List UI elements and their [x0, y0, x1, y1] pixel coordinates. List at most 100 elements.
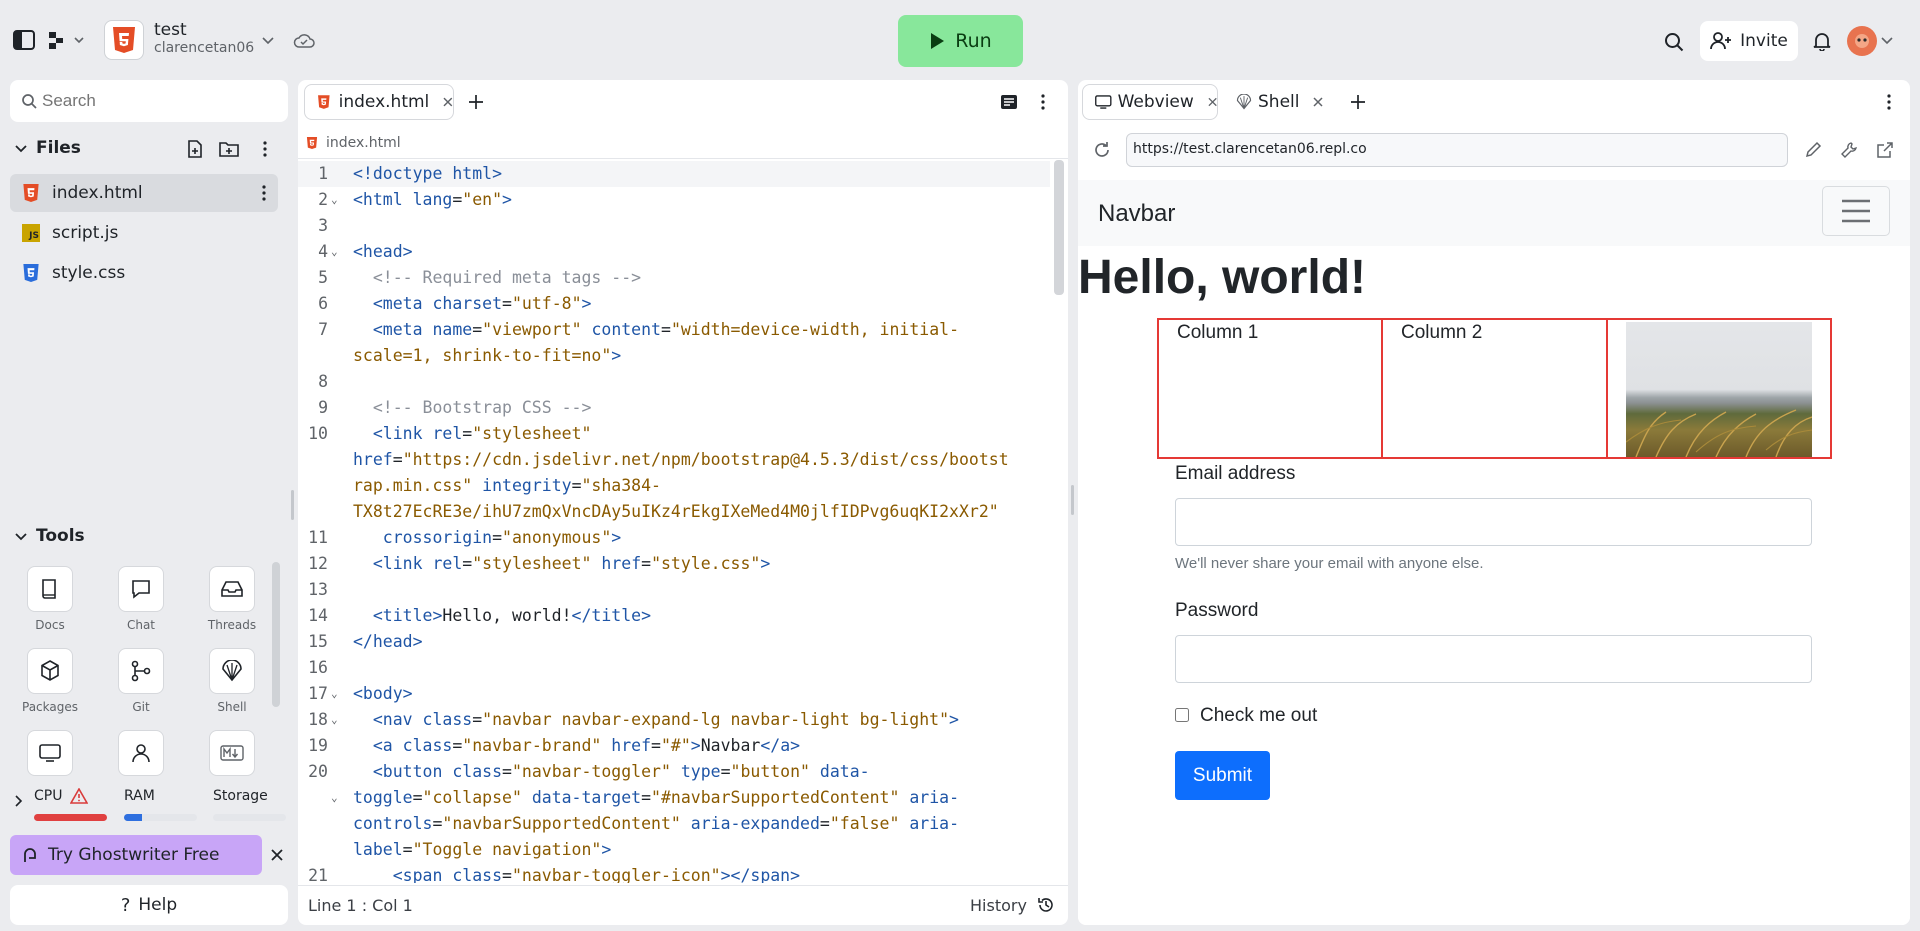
pencil-icon[interactable]: [1802, 139, 1824, 161]
code-line[interactable]: 17 ⌄ <body>: [298, 681, 1050, 707]
fold-chevron-icon[interactable]: ⌄: [331, 707, 338, 733]
code-line[interactable]: 21 <span class="navbar-toggler-icon"></s…: [298, 863, 1050, 883]
tool-user[interactable]: [96, 730, 186, 776]
code-line[interactable]: label="Toggle navigation">: [298, 837, 1050, 863]
file-item-index-html[interactable]: index.html: [10, 174, 278, 212]
history-label[interactable]: History: [970, 896, 1027, 915]
code-line[interactable]: 20 <button class="navbar-toggler" type="…: [298, 759, 1050, 785]
code-line[interactable]: 14 <title>Hello, world!</title>: [298, 603, 1050, 629]
code-line[interactable]: 2 ⌄ <html lang="en">: [298, 187, 1050, 213]
code-line[interactable]: 19 <a class="navbar-brand" href="#">Navb…: [298, 733, 1050, 759]
tool-docs[interactable]: Docs: [5, 566, 95, 632]
editor-more-icon[interactable]: [1036, 92, 1050, 112]
workspace-menu-icon[interactable]: [46, 28, 88, 52]
bell-icon[interactable]: [1810, 29, 1834, 53]
breadcrumb[interactable]: index.html: [306, 130, 401, 156]
code-line[interactable]: 6 <meta charset="utf-8">: [298, 291, 1050, 317]
project-name[interactable]: test: [154, 20, 187, 40]
code-line[interactable]: 18 ⌄ <nav class="navbar navbar-expand-lg …: [298, 707, 1050, 733]
tools-scrollbar[interactable]: [272, 562, 280, 707]
add-tab-icon[interactable]: [1348, 92, 1368, 112]
cloud-sync-icon[interactable]: [292, 30, 316, 52]
run-button[interactable]: Run: [898, 15, 1023, 67]
webview-more-icon[interactable]: [1882, 92, 1896, 112]
tool-packages[interactable]: Packages: [5, 648, 95, 714]
cursor-position[interactable]: Line 1 : Col 1: [308, 896, 413, 915]
code-line[interactable]: rap.min.css" integrity="sha384-: [298, 473, 1050, 499]
wrench-icon[interactable]: [1838, 139, 1860, 161]
new-folder-icon[interactable]: [218, 138, 240, 160]
fold-chevron-icon[interactable]: ⌄: [331, 187, 338, 213]
code-area[interactable]: 1 <!doctype html> 2 ⌄ <html lang="en"> 3 4 ⌄ <he…: [298, 161, 1050, 883]
tool-markdown[interactable]: [187, 730, 277, 776]
new-file-icon[interactable]: [184, 138, 206, 160]
search-icon[interactable]: [1662, 30, 1686, 54]
code-line[interactable]: 5 <!-- Required meta tags -->: [298, 265, 1050, 291]
navbar-toggler-button[interactable]: [1822, 186, 1890, 236]
help-button[interactable]: ? Help: [10, 885, 288, 925]
code-text: <head>: [353, 242, 413, 261]
code-line[interactable]: href="https://cdn.jsdelivr.net/npm/boots…: [298, 447, 1050, 473]
file-more-icon[interactable]: [258, 184, 270, 202]
collapse-chevron-icon[interactable]: [12, 528, 30, 546]
editor-scrollbar[interactable]: [1054, 160, 1064, 295]
code-line[interactable]: 11 crossorigin="anonymous">: [298, 525, 1050, 551]
email-input[interactable]: [1175, 498, 1812, 546]
editor-tab[interactable]: index.html: [304, 84, 454, 120]
search-input[interactable]: [42, 88, 272, 114]
file-item-style-css[interactable]: style.css: [10, 254, 278, 292]
code-line[interactable]: 12 <link rel="stylesheet" href="style.cs…: [298, 551, 1050, 577]
files-more-icon[interactable]: [254, 138, 276, 160]
add-tab-icon[interactable]: [466, 92, 486, 112]
submit-button[interactable]: Submit: [1175, 751, 1270, 800]
code-line[interactable]: 3: [298, 213, 1050, 239]
password-input[interactable]: [1175, 635, 1812, 683]
fold-chevron-icon[interactable]: ⌄: [331, 785, 338, 811]
code-line[interactable]: 15 </head>: [298, 629, 1050, 655]
file-item-script-js[interactable]: JS script.js: [10, 214, 278, 252]
line-number: 10: [308, 424, 328, 443]
code-line[interactable]: 9 <!-- Bootstrap CSS -->: [298, 395, 1050, 421]
invite-button[interactable]: Invite: [1700, 21, 1798, 61]
chevron-down-icon[interactable]: [260, 33, 276, 49]
refresh-icon[interactable]: [1090, 138, 1114, 162]
code-line[interactable]: 13: [298, 577, 1050, 603]
line-number: 12: [308, 554, 328, 573]
code-text: </head>: [353, 632, 423, 651]
open-external-icon[interactable]: [1874, 139, 1896, 161]
tool-git[interactable]: Git: [96, 648, 186, 714]
url-bar[interactable]: https://test.clarencetan06.repl.co: [1126, 133, 1788, 167]
avatar[interactable]: [1847, 26, 1877, 56]
account-chevron-icon[interactable]: [1880, 34, 1894, 48]
navbar-brand[interactable]: Navbar: [1098, 200, 1175, 228]
collapse-chevron-icon[interactable]: [12, 140, 30, 158]
code-line[interactable]: 7 <meta name="viewport" content="width=d…: [298, 317, 1050, 343]
history-icon[interactable]: [1036, 895, 1056, 915]
code-line[interactable]: 10 <link rel="stylesheet": [298, 421, 1050, 447]
sidebar-toggle-icon[interactable]: [12, 28, 36, 52]
code-line[interactable]: 1 <!doctype html>: [298, 161, 1050, 187]
editor-resize-handle[interactable]: [291, 490, 294, 520]
tool-shell[interactable]: Shell: [187, 648, 277, 714]
check-me-out-checkbox[interactable]: [1175, 708, 1189, 722]
ghostwriter-banner[interactable]: Try Ghostwriter Free: [10, 835, 262, 875]
search-box[interactable]: [10, 80, 288, 122]
layout-icon[interactable]: [998, 92, 1020, 112]
code-line[interactable]: scale=1, shrink-to-fit=no">: [298, 343, 1050, 369]
close-icon[interactable]: [268, 846, 286, 864]
tool-chat[interactable]: Chat: [96, 566, 186, 632]
fold-chevron-icon[interactable]: ⌄: [331, 239, 338, 265]
tool-threads[interactable]: Threads: [187, 566, 277, 632]
fold-chevron-icon[interactable]: ⌄: [331, 681, 338, 707]
expand-chevron-icon[interactable]: [12, 794, 26, 808]
tool-webview[interactable]: [5, 730, 95, 776]
webview-resize-handle[interactable]: [1071, 485, 1074, 515]
code-line[interactable]: 16: [298, 655, 1050, 681]
code-line[interactable]: TX8t27EcRE3e/ihU7zmQxVncDAy5uIKz4rEkgIXe…: [298, 499, 1050, 525]
code-line[interactable]: 4 ⌄ <head>: [298, 239, 1050, 265]
tab-shell[interactable]: Shell: [1226, 84, 1326, 120]
code-line[interactable]: ⌄ toggle="collapse" data-target="#navbarS…: [298, 785, 1050, 811]
code-line[interactable]: controls="navbarSupportedContent" aria-e…: [298, 811, 1050, 837]
tab-webview[interactable]: Webview: [1082, 84, 1218, 120]
code-line[interactable]: 8: [298, 369, 1050, 395]
